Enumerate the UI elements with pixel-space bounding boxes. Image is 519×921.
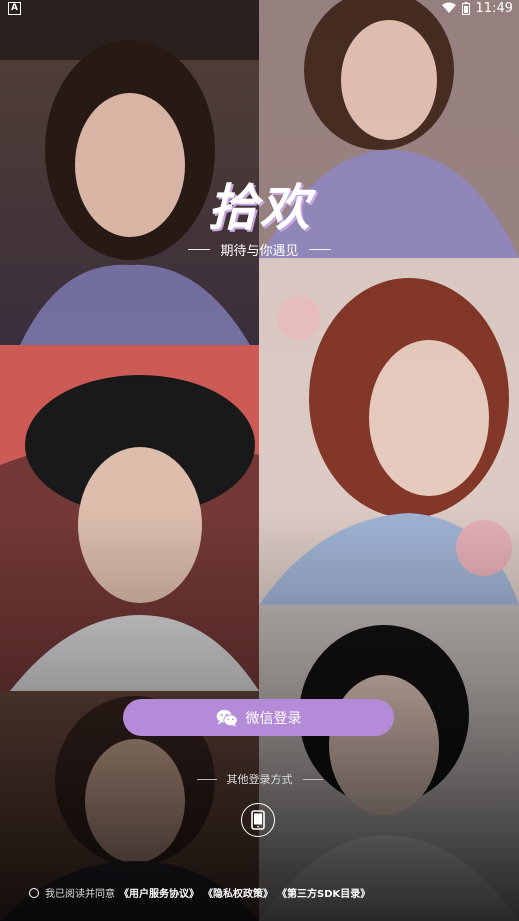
divider-line — [308, 249, 331, 250]
notification-icon: A — [8, 2, 21, 15]
background-photo — [0, 345, 259, 691]
background-photo — [259, 605, 519, 921]
divider-line — [188, 249, 211, 250]
phone-icon — [251, 810, 265, 830]
divider-line — [196, 778, 217, 780]
other-login-label: 其他登录方式 — [226, 773, 293, 786]
wechat-login-label: 微信登录 — [245, 710, 302, 727]
agree-checkbox[interactable] — [29, 887, 39, 898]
background-photo — [259, 258, 519, 605]
wechat-login-button[interactable]: 微信登录 — [123, 699, 394, 736]
divider-line — [302, 778, 323, 780]
agreement-prefix: 我已阅读并同意 — [45, 889, 115, 900]
privacy-policy-link[interactable]: 《隐私权政策》 — [203, 885, 273, 900]
wechat-icon — [216, 709, 238, 727]
slogan: 期待与你遇见 — [0, 240, 519, 259]
battery-icon — [461, 1, 470, 15]
third-party-sdk-link[interactable]: 《第三方SDK目录》 — [277, 885, 370, 900]
user-agreement-link[interactable]: 《用户服务协议》 — [119, 885, 199, 900]
phone-login-button[interactable] — [241, 803, 275, 837]
slogan-text: 期待与你遇见 — [220, 244, 299, 259]
login-screen: A 11:49 拾欢 期待与你遇见 微信登录 其他登录方式 我已阅读并同意 《用… — [0, 0, 519, 921]
agreement-row: 我已阅读并同意 《用户服务协议》 《隐私权政策》 《第三方SDK目录》 — [29, 885, 370, 900]
status-time: 11:49 — [475, 0, 513, 16]
app-title: 拾欢 — [207, 178, 312, 237]
wifi-icon — [441, 2, 456, 13]
app-logo: 拾欢 — [0, 168, 519, 240]
other-login-methods: 其他登录方式 — [0, 771, 519, 787]
status-bar: A 11:49 — [0, 0, 519, 18]
